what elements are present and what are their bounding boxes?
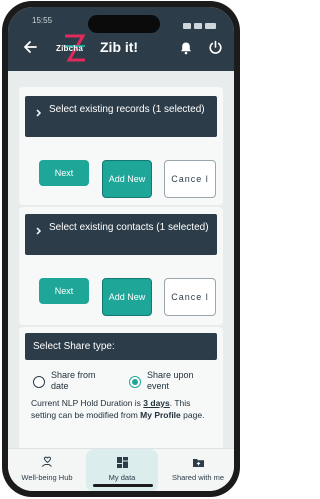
- chevron-right-icon: [36, 227, 42, 235]
- power-icon[interactable]: [208, 40, 223, 55]
- contacts-dropdown-label: Select existing contacts (1 selected): [49, 222, 209, 233]
- my-profile-link[interactable]: My Profile: [140, 410, 181, 420]
- info-prefix: Current NLP Hold Duration is: [31, 398, 141, 408]
- records-cancel-button[interactable]: Cance l: [164, 160, 216, 198]
- contacts-add-new-button[interactable]: Add New: [102, 278, 152, 316]
- contacts-next-button[interactable]: Next: [39, 278, 89, 304]
- share-type-header: Select Share type:: [25, 333, 217, 360]
- hold-duration-value: 3 days: [143, 398, 170, 408]
- records-card: Select existing records (1 selected) Nex…: [19, 87, 223, 205]
- records-next-button[interactable]: Next: [39, 160, 89, 186]
- app-bar: 15:55 Zibcha Zib it!: [8, 7, 234, 71]
- main-content: Select existing records (1 selected) Nex…: [8, 71, 234, 448]
- folder-share-icon: [192, 459, 204, 467]
- info-suffix: page.: [183, 410, 205, 420]
- records-dropdown[interactable]: Select existing records (1 selected): [25, 96, 217, 137]
- nav-shared-with-me[interactable]: Shared with me: [162, 449, 234, 491]
- share-type-card: Select Share type: Share from date Share…: [19, 327, 223, 448]
- contacts-dropdown[interactable]: Select existing contacts (1 selected): [25, 214, 217, 255]
- share-upon-event-label[interactable]: Share upon event: [147, 370, 207, 392]
- app-screen: 15:55 Zibcha Zib it! Select existing rec…: [8, 7, 234, 491]
- logo-text: Zibcha: [56, 44, 83, 53]
- status-icons: [180, 16, 216, 29]
- share-from-date-label[interactable]: Share from date: [51, 370, 101, 392]
- nav-label: Shared with me: [171, 473, 225, 482]
- contacts-cancel-button[interactable]: Cance l: [164, 278, 216, 316]
- contacts-card: Select existing contacts (1 selected) Ne…: [19, 207, 223, 325]
- share-upon-event-radio[interactable]: [129, 376, 141, 388]
- share-from-date-radio[interactable]: [33, 376, 45, 388]
- records-add-new-button[interactable]: Add New: [102, 160, 152, 198]
- records-dropdown-label: Select existing records (1 selected): [49, 104, 205, 115]
- heart-hand-icon: [41, 456, 52, 467]
- chevron-right-icon: [36, 109, 42, 117]
- nav-well-being-hub[interactable]: Well-being Hub: [12, 449, 82, 491]
- nlp-hold-info: Current NLP Hold Duration is 3 days. Thi…: [31, 397, 211, 421]
- page-title: Zib it!: [100, 39, 139, 55]
- dynamic-island: [88, 15, 160, 33]
- bottom-nav: Well-being Hub My data Shared with me: [8, 448, 234, 491]
- back-arrow-icon[interactable]: [22, 39, 38, 55]
- phone-frame: 15:55 Zibcha Zib it! Select existing rec…: [2, 1, 240, 497]
- home-indicator: [93, 484, 153, 487]
- bell-icon[interactable]: [179, 41, 193, 55]
- nav-label: Well-being Hub: [21, 473, 73, 482]
- status-time: 15:55: [32, 16, 53, 25]
- zibcha-logo: Zibcha: [55, 34, 93, 64]
- nav-label: My data: [108, 473, 136, 482]
- grid-icon: [116, 457, 128, 468]
